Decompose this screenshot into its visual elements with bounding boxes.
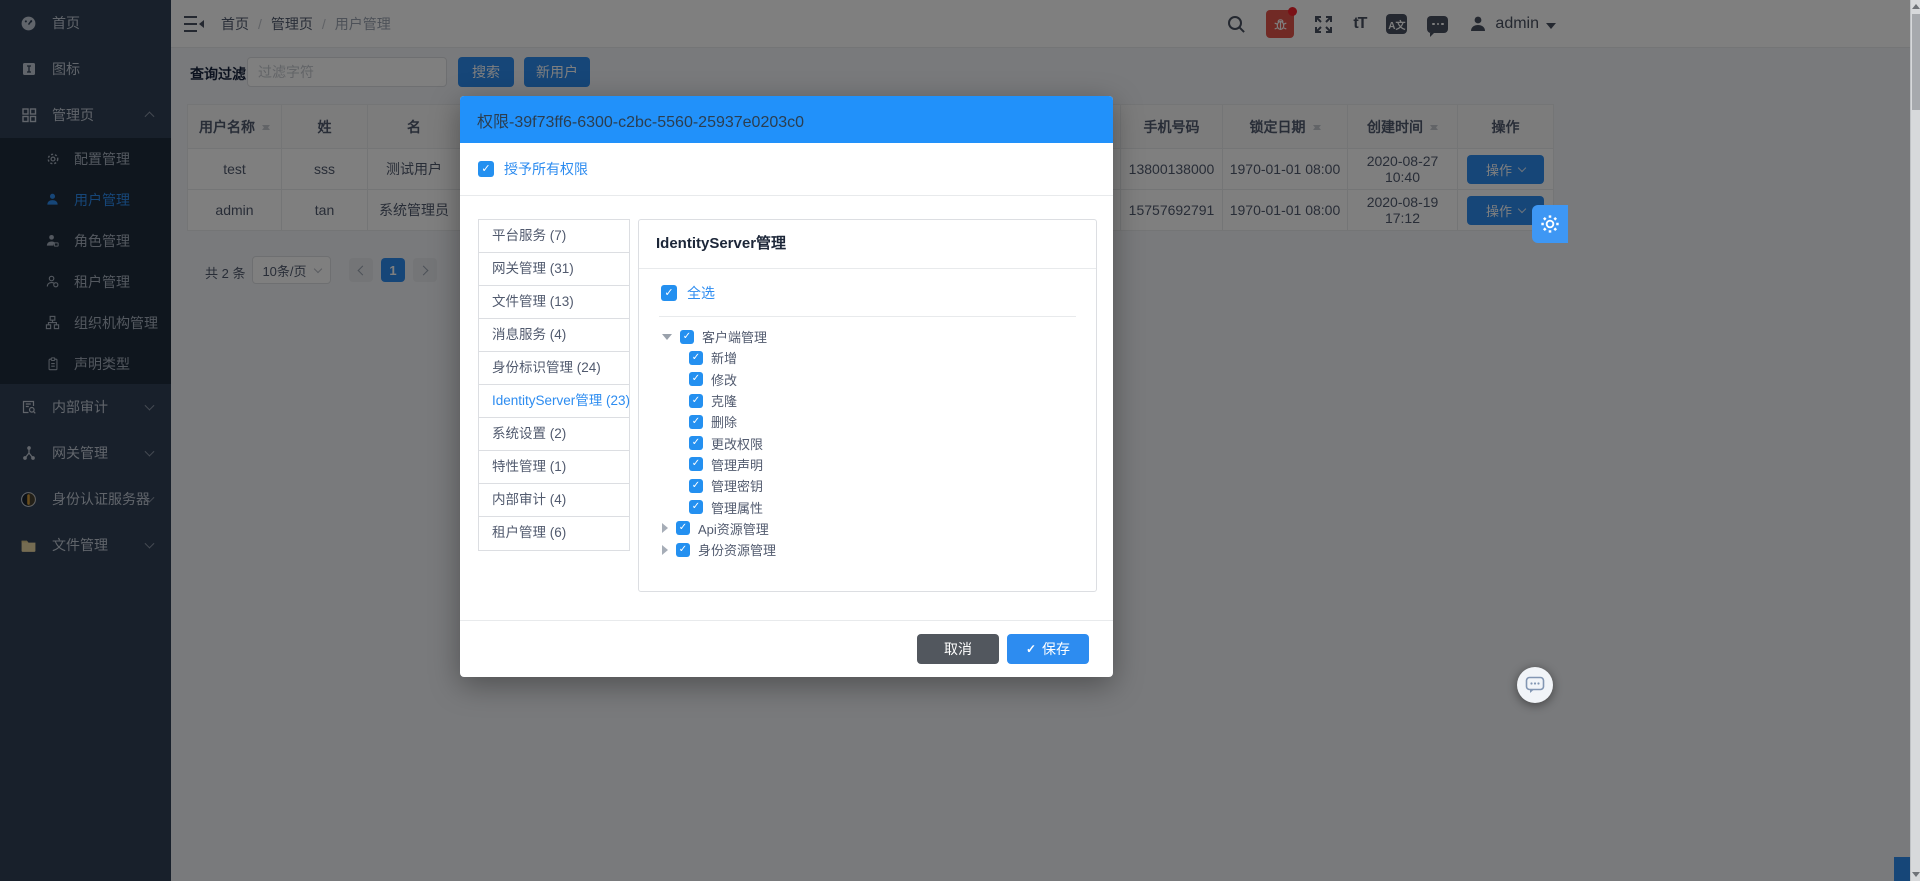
tree-node-client-mgmt: 客户端管理 xyxy=(662,326,1096,347)
tree-children: 新增 修改 克隆 删除 更改权限 管理声明 管理密钥 管理属性 xyxy=(689,347,1096,517)
grant-all-label[interactable]: 授予所有权限 xyxy=(504,159,588,179)
tree-leaf: 新增 xyxy=(689,347,1096,368)
tree-node-api-resources: Api资源管理 xyxy=(662,518,1096,539)
tree-collapse-icon[interactable] xyxy=(662,523,668,533)
select-all-checkbox[interactable] xyxy=(661,285,677,301)
tree-checkbox[interactable] xyxy=(689,436,703,450)
select-all-label[interactable]: 全选 xyxy=(687,283,715,303)
tab-platform-services[interactable]: 平台服务 (7) xyxy=(479,220,629,253)
tree-leaf: 更改权限 xyxy=(689,432,1096,453)
tree-leaf: 克隆 xyxy=(689,390,1096,411)
tree-checkbox[interactable] xyxy=(689,351,703,365)
tree-checkbox[interactable] xyxy=(689,415,703,429)
permissions-modal: 权限-39f73ff6-6300-c2bc-5560-25937e0203c0 … xyxy=(460,96,1113,677)
modal-footer: 取消 ✓ 保存 xyxy=(460,620,1113,677)
panel-title: IdentityServer管理 xyxy=(639,220,1096,269)
divider xyxy=(659,316,1076,317)
tree-checkbox[interactable] xyxy=(676,521,690,535)
check-icon: ✓ xyxy=(1026,642,1036,656)
tab-message-service[interactable]: 消息服务 (4) xyxy=(479,319,629,352)
tab-gateway-mgmt[interactable]: 网关管理 (31) xyxy=(479,253,629,286)
tree-checkbox[interactable] xyxy=(689,457,703,471)
tree-leaf: 管理声明 xyxy=(689,454,1096,475)
tab-feature-mgmt[interactable]: 特性管理 (1) xyxy=(479,451,629,484)
tree-leaf: 管理密钥 xyxy=(689,475,1096,496)
tab-system-settings[interactable]: 系统设置 (2) xyxy=(479,418,629,451)
grant-all-checkbox[interactable] xyxy=(478,161,494,177)
chat-bubble-icon xyxy=(1525,676,1545,694)
save-button[interactable]: ✓ 保存 xyxy=(1007,634,1089,664)
tab-identity-mgmt[interactable]: 身份标识管理 (24) xyxy=(479,352,629,385)
tab-identityserver-mgmt[interactable]: IdentityServer管理 (23) xyxy=(479,385,629,418)
tree-checkbox[interactable] xyxy=(680,330,694,344)
permission-tree: 客户端管理 新增 修改 克隆 删除 更改权限 管理声明 管理密钥 管理属性 Ap… xyxy=(662,326,1096,560)
tree-checkbox[interactable] xyxy=(689,500,703,514)
tree-expand-icon[interactable] xyxy=(662,334,672,340)
modal-title: 权限-39f73ff6-6300-c2bc-5560-25937e0203c0 xyxy=(477,108,804,132)
vertical-scrollbar[interactable] xyxy=(1910,0,1920,881)
settings-drawer-button[interactable] xyxy=(1532,205,1568,243)
tree-checkbox[interactable] xyxy=(689,394,703,408)
scroll-up-arrow[interactable] xyxy=(1912,4,1920,9)
gear-icon xyxy=(1540,214,1560,234)
tab-audit[interactable]: 内部审计 (4) xyxy=(479,484,629,517)
modal-header: 权限-39f73ff6-6300-c2bc-5560-25937e0203c0 xyxy=(460,96,1113,143)
scroll-down-arrow[interactable] xyxy=(1912,872,1920,877)
chat-widget-button[interactable] xyxy=(1517,667,1553,703)
tree-checkbox[interactable] xyxy=(689,479,703,493)
tree-leaf: 删除 xyxy=(689,411,1096,432)
tab-file-mgmt[interactable]: 文件管理 (13) xyxy=(479,286,629,319)
select-all-row: 全选 xyxy=(661,283,1096,303)
tab-tenant-mgmt[interactable]: 租户管理 (6) xyxy=(479,517,629,550)
cancel-button[interactable]: 取消 xyxy=(917,634,999,664)
tree-checkbox[interactable] xyxy=(689,372,703,386)
scrollbar-thumb[interactable] xyxy=(1912,14,1920,110)
tree-collapse-icon[interactable] xyxy=(662,545,668,555)
tree-leaf: 修改 xyxy=(689,369,1096,390)
permission-group-tabs: 平台服务 (7) 网关管理 (31) 文件管理 (13) 消息服务 (4) 身份… xyxy=(478,219,630,551)
tree-checkbox[interactable] xyxy=(676,543,690,557)
tree-leaf: 管理属性 xyxy=(689,496,1096,517)
permission-detail-panel: IdentityServer管理 全选 客户端管理 新增 修改 克隆 删除 更改… xyxy=(638,219,1097,592)
tree-node-identity-resources: 身份资源管理 xyxy=(662,539,1096,560)
grant-all-row: 授予所有权限 xyxy=(460,143,1113,196)
